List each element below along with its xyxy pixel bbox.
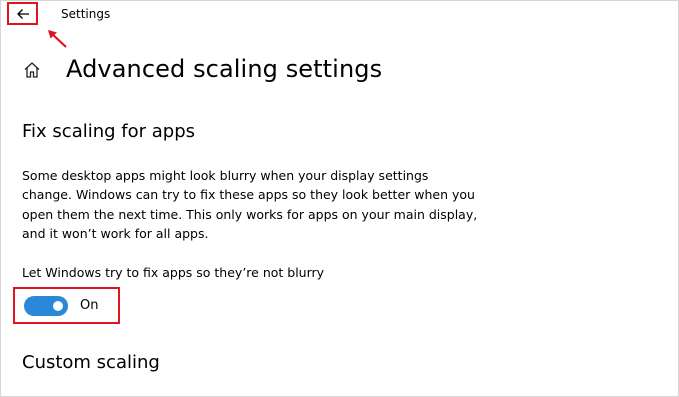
fix-scaling-heading: Fix scaling for apps (22, 121, 196, 142)
toggle-state-text: On (80, 298, 99, 313)
custom-scaling-heading: Custom scaling (22, 352, 160, 373)
window-title: Settings (61, 7, 111, 21)
fix-blurry-toggle-row: On (13, 287, 120, 324)
fix-scaling-description: Some desktop apps might look blurry when… (22, 168, 478, 241)
fix-blurry-toggle-switch[interactable] (24, 295, 68, 316)
fix-blurry-toggle-label: Let Windows try to fix apps so they’re n… (22, 265, 325, 280)
page-title: Advanced scaling settings (66, 55, 383, 83)
back-button[interactable] (7, 2, 38, 25)
back-arrow-icon (16, 8, 29, 19)
home-icon[interactable] (22, 60, 42, 80)
annotation-arrow (48, 30, 67, 48)
toggle-knob (53, 300, 63, 311)
